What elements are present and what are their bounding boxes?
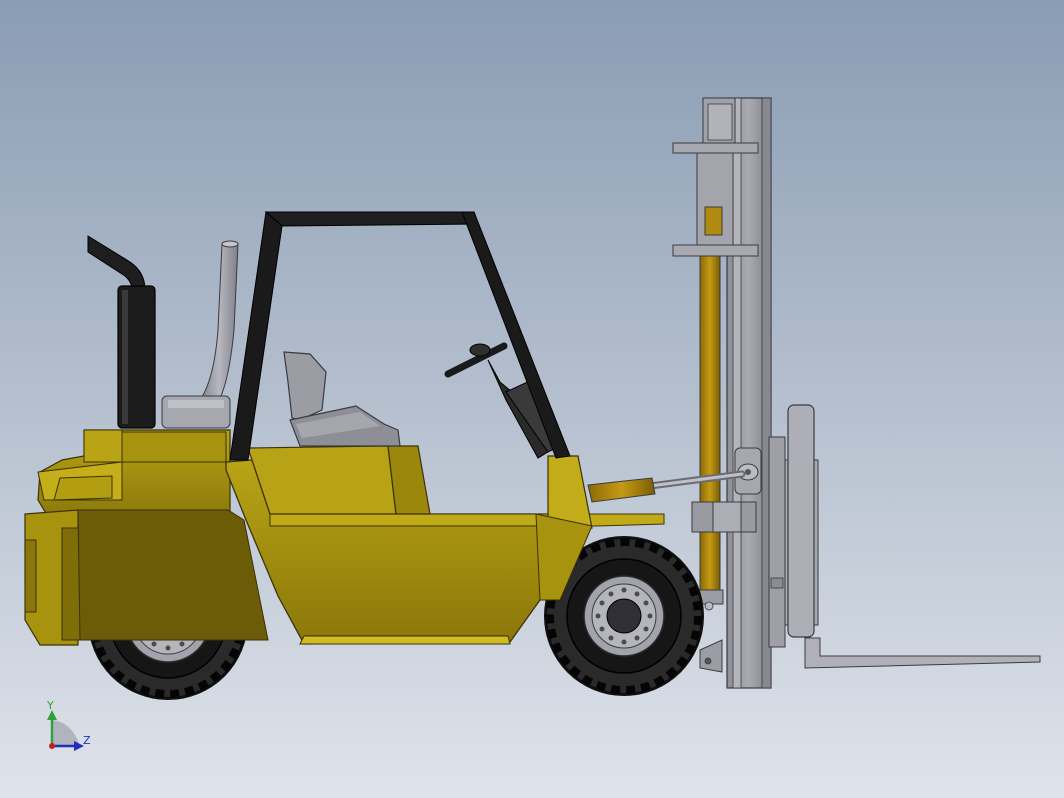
- cad-viewport[interactable]: Y Z: [0, 0, 1064, 798]
- z-axis-label: Z: [83, 734, 91, 747]
- x-axis-origin: [49, 743, 55, 749]
- y-axis-label: Y: [47, 699, 54, 712]
- coordinate-triad: [47, 710, 84, 751]
